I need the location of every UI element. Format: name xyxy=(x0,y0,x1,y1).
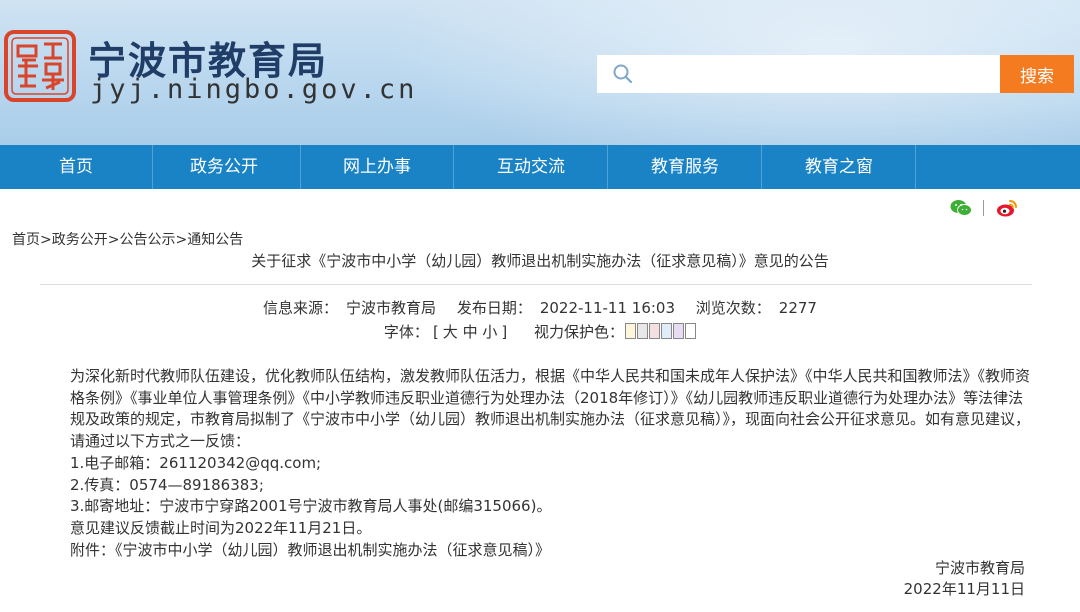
date-value: 2022-11-11 16:03 xyxy=(539,299,675,317)
search-button[interactable]: 搜索 xyxy=(1000,55,1074,93)
body-deadline: 意见建议反馈截止时间为2022年11月21日。 xyxy=(70,518,372,537)
eye-color-swatch-1[interactable] xyxy=(625,323,637,339)
bracket-close: ] xyxy=(501,323,508,341)
body-attachment: 附件：《宁波市中小学（幼儿园）教师退出机制实施办法（征求意见稿）》 xyxy=(38,540,1030,562)
title-divider xyxy=(40,284,1032,285)
nav-item-online-services[interactable]: 网上办事 xyxy=(301,145,454,189)
body-email: 1.电子邮箱：261120342@qq.com; xyxy=(70,453,322,472)
nav-item-education-services[interactable]: 教育服务 xyxy=(609,145,762,189)
site-header: 宁波市教育局 jyj.ningbo.gov.cn 搜索 xyxy=(0,0,1080,145)
article-meta: 信息来源： 宁波市教育局 发布日期： 2022-11-11 16:03 浏览次数： 2… xyxy=(0,297,1080,318)
signature-org: 宁波市教育局 xyxy=(934,559,1025,577)
share-separator xyxy=(983,200,984,216)
signature-date: 2022年11月11日 xyxy=(903,580,1025,598)
nav-item-education-window[interactable]: 教育之窗 xyxy=(763,145,916,189)
font-large-button[interactable]: 大 xyxy=(443,323,458,341)
source-label: 信息来源： xyxy=(263,299,339,317)
font-medium-button[interactable]: 中 xyxy=(463,323,478,341)
body-intro: 为深化新时代教师队伍建设，优化教师队伍结构，激发教师队伍活力，根据《中华人民共和… xyxy=(70,367,1031,451)
source-value: 宁波市教育局 xyxy=(346,299,437,317)
weibo-icon[interactable] xyxy=(996,198,1018,218)
seal-logo-icon[interactable] xyxy=(4,30,76,102)
eye-color-swatch-3[interactable] xyxy=(649,323,661,339)
nav-item-home[interactable]: 首页 xyxy=(0,145,153,189)
attachment-link[interactable]: 《宁波市中小学（幼儿园）教师退出机制实施办法（征求意见稿）》 xyxy=(115,541,550,559)
article-title: 关于征求《宁波市中小学（幼儿园）教师退出机制实施办法（征求意见稿）》意见的公告 xyxy=(251,252,829,270)
main-nav: 首页 政务公开 网上办事 互动交流 教育服务 教育之窗 xyxy=(0,145,1080,189)
attachment-label: 附件： xyxy=(70,540,116,559)
views-count: 2277 xyxy=(778,299,817,317)
eye-color-swatch-5[interactable] xyxy=(673,323,685,339)
eye-color-swatch-6[interactable] xyxy=(685,323,697,339)
body-fax: 2.传真：0574—89186383; xyxy=(70,475,264,494)
article-body: 为深化新时代教师队伍建设，优化教师队伍结构，激发教师队伍活力，根据《中华人民共和… xyxy=(38,366,1030,561)
views-label: 浏览次数： xyxy=(695,299,771,317)
font-size-label: 字体： xyxy=(383,323,429,341)
bracket-open: [ xyxy=(432,323,439,341)
search-icon xyxy=(613,64,633,84)
font-small-button[interactable]: 小 xyxy=(482,323,497,341)
eye-color-swatch-2[interactable] xyxy=(637,323,649,339)
breadcrumb[interactable]: 首页>政务公开>公告公示>通知公告 xyxy=(12,229,243,249)
nav-item-interaction[interactable]: 互动交流 xyxy=(455,145,608,189)
nav-item-gov-affairs[interactable]: 政务公开 xyxy=(148,145,301,189)
wechat-icon[interactable] xyxy=(950,199,972,217)
date-label: 发布日期： xyxy=(456,299,532,317)
search-input[interactable] xyxy=(642,58,996,92)
eye-color-swatch-4[interactable] xyxy=(661,323,673,339)
font-controls: 字体：[大 中 小] 视力保护色： xyxy=(0,321,1080,342)
body-mail-address: 3.邮寄地址：宁波市宁穿路2001号宁波市教育局人事处(邮编315066)。 xyxy=(70,497,552,516)
eye-protect-label: 视力保护色： xyxy=(534,323,625,341)
site-domain: jyj.ningbo.gov.cn xyxy=(90,74,418,105)
